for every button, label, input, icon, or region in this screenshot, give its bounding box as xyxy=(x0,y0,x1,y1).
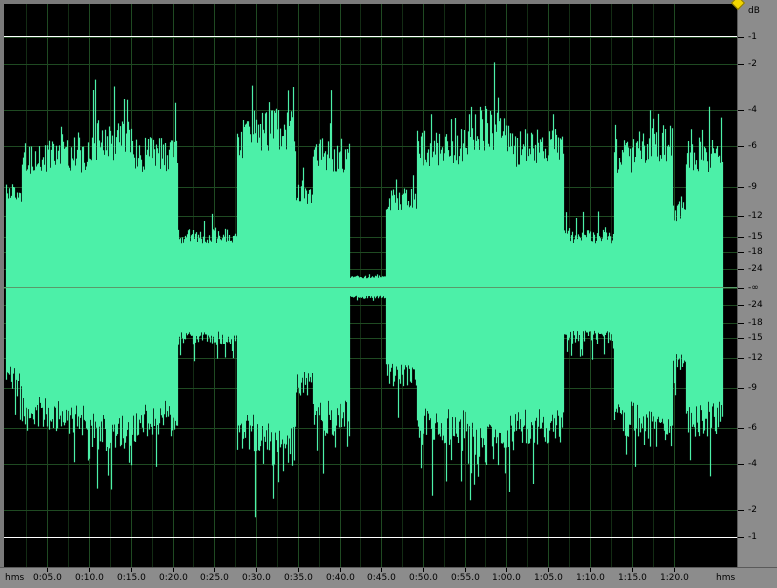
db-tick-label: -2 xyxy=(748,59,757,69)
db-tick xyxy=(738,305,744,306)
db-tick xyxy=(738,269,744,270)
time-tick xyxy=(47,568,48,572)
db-tick-label: -24 xyxy=(748,300,763,310)
time-tick xyxy=(506,568,507,572)
waveform-canvas[interactable] xyxy=(4,4,737,567)
db-tick xyxy=(738,187,744,188)
db-tick-label: -6 xyxy=(748,423,757,433)
time-unit-end-label: hms xyxy=(716,573,736,583)
db-tick xyxy=(738,216,744,217)
db-tick xyxy=(738,64,744,65)
time-tick-label: 1:10.0 xyxy=(576,573,605,583)
db-tick-label: -24 xyxy=(748,264,763,274)
time-tick-label: 0:50.0 xyxy=(409,573,438,583)
db-tick-label: -4 xyxy=(748,459,757,469)
db-tick xyxy=(738,110,744,111)
amplitude-ruler: dB -1 -2 -4 -6 -9 -12 -15 -18 -24 -∞ -24 -18 -15 -12 -… xyxy=(737,0,777,567)
db-tick-label: -18 xyxy=(748,247,763,257)
db-tick xyxy=(738,252,744,253)
time-tick xyxy=(256,568,257,572)
waveform-display[interactable] xyxy=(4,4,737,567)
db-tick-label: -9 xyxy=(748,383,757,393)
time-tick xyxy=(214,568,215,572)
time-tick xyxy=(340,568,341,572)
time-tick-label: 1:00.0 xyxy=(492,573,521,583)
time-tick-label: 0:30.0 xyxy=(242,573,271,583)
time-tick xyxy=(423,568,424,572)
time-tick xyxy=(548,568,549,572)
time-tick-label: 0:55.0 xyxy=(451,573,480,583)
time-tick-label: 1:15.0 xyxy=(618,573,647,583)
time-tick xyxy=(674,568,675,572)
time-tick-label: 1:20.0 xyxy=(660,573,689,583)
db-tick-label: -12 xyxy=(748,211,763,221)
db-tick-label: -∞ xyxy=(748,283,759,293)
time-tick xyxy=(131,568,132,572)
time-unit-start-label: hms xyxy=(5,573,25,583)
db-tick xyxy=(738,358,744,359)
db-tick-label: -15 xyxy=(748,333,763,343)
time-ruler[interactable]: hms hms 0:05.0 0:10.0 0:15.0 0:20.0 0:25.0 0:… xyxy=(0,567,777,588)
db-tick-label: -12 xyxy=(748,353,763,363)
time-tick xyxy=(173,568,174,572)
time-tick-label: 0:35.0 xyxy=(284,573,313,583)
time-tick-label: 0:05.0 xyxy=(33,573,62,583)
db-tick xyxy=(738,428,744,429)
db-tick xyxy=(738,388,744,389)
db-tick xyxy=(738,37,744,38)
db-tick xyxy=(738,510,744,511)
time-tick xyxy=(590,568,591,572)
time-tick-label: 0:25.0 xyxy=(200,573,229,583)
time-tick-label: 0:15.0 xyxy=(117,573,146,583)
db-tick-label: -15 xyxy=(748,232,763,242)
db-tick-label: -2 xyxy=(748,505,757,515)
db-tick xyxy=(738,323,744,324)
time-tick xyxy=(89,568,90,572)
waveform-editor: dB -1 -2 -4 -6 -9 -12 -15 -18 -24 -∞ -24 -18 -15 -12 -… xyxy=(0,0,777,588)
time-tick-label: 0:10.0 xyxy=(75,573,104,583)
time-tick-label: 1:05.0 xyxy=(534,573,563,583)
db-tick-label: -6 xyxy=(748,141,757,151)
db-unit-label: dB xyxy=(748,6,760,16)
db-tick xyxy=(738,338,744,339)
db-tick-label: -18 xyxy=(748,318,763,328)
waveform-trace xyxy=(5,62,724,518)
time-tick-label: 0:40.0 xyxy=(326,573,355,583)
db-tick xyxy=(738,146,744,147)
db-tick xyxy=(738,237,744,238)
db-tick-label: -1 xyxy=(748,532,757,542)
time-tick-label: 0:20.0 xyxy=(159,573,188,583)
db-tick-label: -4 xyxy=(748,105,757,115)
db-tick xyxy=(738,537,744,538)
db-tick-label: -9 xyxy=(748,182,757,192)
db-tick xyxy=(738,288,744,289)
time-tick xyxy=(298,568,299,572)
db-tick-label: -1 xyxy=(748,32,757,42)
time-tick xyxy=(381,568,382,572)
db-tick xyxy=(738,464,744,465)
time-tick xyxy=(465,568,466,572)
time-tick-label: 0:45.0 xyxy=(367,573,396,583)
time-tick xyxy=(632,568,633,572)
